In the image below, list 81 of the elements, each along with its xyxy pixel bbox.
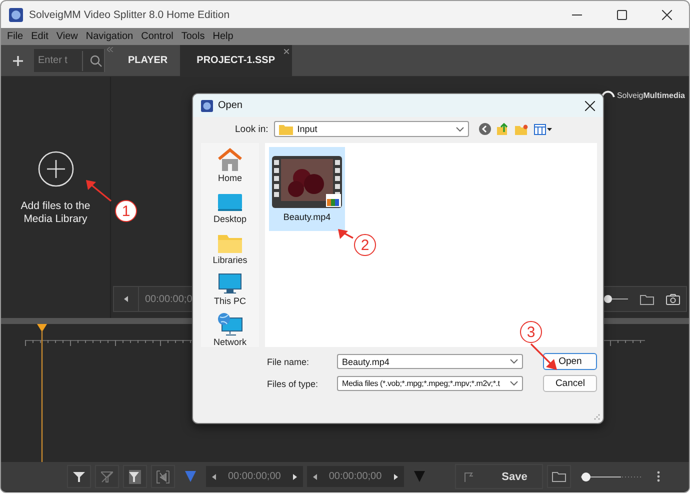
pc-icon <box>216 271 243 295</box>
file-name-field[interactable]: Beauty.mp4 <box>337 354 524 369</box>
file-type-dropdown[interactable]: Media files (*.vob;*.mpg;*.mpeg;*.mpv;*.m2v;*.t <box>337 376 524 391</box>
toolbar-button[interactable] <box>546 465 571 488</box>
annotation-arrow <box>86 180 112 202</box>
field-label: File name: <box>267 356 310 366</box>
place-item[interactable]: This PC <box>214 271 246 306</box>
search-icon <box>90 54 102 66</box>
marker-icon[interactable] <box>414 471 425 482</box>
toolbar-button[interactable] <box>123 465 147 488</box>
timecode-box[interactable]: 00:00:00;00 <box>206 466 303 487</box>
left-arrow-icon[interactable] <box>124 296 128 302</box>
toolbar-button[interactable] <box>67 465 91 488</box>
cancel-button[interactable]: Cancel <box>543 375 597 392</box>
volume-slider-icon[interactable] <box>602 294 628 304</box>
menu-item[interactable]: Control <box>137 31 178 42</box>
folder-icon[interactable] <box>640 294 654 304</box>
more-icon[interactable] <box>656 471 660 482</box>
open-button[interactable]: Open <box>543 353 597 370</box>
folder-icon <box>552 471 566 482</box>
look-in-dropdown[interactable]: Input <box>274 121 470 137</box>
place-item[interactable]: Desktop <box>213 189 247 224</box>
filter-split-icon <box>129 470 141 484</box>
marker-icon[interactable] <box>185 471 196 482</box>
chevron-down-icon <box>510 359 518 364</box>
resize-grip-icon <box>594 414 600 420</box>
collapse-icon <box>107 47 113 52</box>
menu-item[interactable]: View <box>52 31 82 42</box>
brand-logo-text: SolveigMultimedia <box>616 90 685 100</box>
video-file-tile[interactable]: Beauty.mp4 <box>269 147 345 231</box>
video-thumbnail <box>272 156 342 208</box>
folder-icon <box>279 124 294 134</box>
annotation-arrow <box>530 343 558 371</box>
camera-icon[interactable] <box>666 294 680 304</box>
home-icon <box>217 148 243 172</box>
place-item[interactable]: Libraries <box>212 230 248 265</box>
view-menu-icon[interactable] <box>534 124 552 134</box>
app-logo-icon <box>9 8 23 22</box>
place-item[interactable]: Home <box>217 148 243 183</box>
zoom-slider-icon[interactable] <box>580 472 641 482</box>
field-label: Look in: <box>235 124 268 134</box>
window-title: SolveigMM Video Splitter 8.0 Home Edition <box>29 8 230 20</box>
annotation-arrow <box>338 229 354 239</box>
menu-item[interactable]: Help <box>208 31 238 42</box>
dialog-title: Open <box>218 100 242 111</box>
menu-item[interactable]: Edit <box>27 31 52 42</box>
timecode-box[interactable]: 00:00:00;00 <box>306 466 404 487</box>
left-arrow-icon[interactable] <box>212 474 216 480</box>
timecode: 00:00:00;0 <box>145 294 192 304</box>
chevron-down-icon <box>510 381 518 386</box>
up-folder-icon[interactable] <box>497 123 510 135</box>
filter-icon <box>73 470 85 482</box>
app-logo-icon <box>201 100 213 112</box>
search-field[interactable]: Enter t <box>34 49 105 72</box>
flag-icon <box>464 472 474 482</box>
maximize-icon[interactable] <box>617 10 627 20</box>
network-icon <box>216 312 243 336</box>
place-item[interactable]: Network <box>213 312 246 347</box>
save-button[interactable]: Save <box>454 464 543 489</box>
close-icon[interactable] <box>662 10 672 20</box>
timecode: 00:00:00;00 <box>228 471 281 482</box>
menu-item[interactable]: Navigation <box>82 31 138 42</box>
playhead-marker[interactable] <box>37 324 47 462</box>
close-icon[interactable] <box>585 100 595 110</box>
field-label: Files of type: <box>267 378 318 388</box>
timecode: 00:00:00;00 <box>328 471 382 482</box>
back-icon[interactable] <box>479 123 492 135</box>
tab[interactable]: PLAYER <box>116 45 180 76</box>
new-folder-icon[interactable] <box>515 124 528 134</box>
menu-item[interactable]: File <box>3 31 28 42</box>
plus-icon <box>12 56 22 66</box>
add-files-label[interactable]: Add files to the Media Library <box>6 200 106 226</box>
left-arrow-icon[interactable] <box>312 474 317 480</box>
add-circle-icon[interactable] <box>38 151 74 187</box>
tab[interactable]: PROJECT-1.SSP <box>180 45 292 76</box>
split-frame-icon <box>156 470 170 484</box>
right-arrow-icon[interactable] <box>292 474 297 480</box>
chevron-down-icon <box>456 126 464 132</box>
menu-item[interactable]: Tools <box>177 31 209 42</box>
filter-off-icon <box>101 470 113 482</box>
right-arrow-icon[interactable] <box>394 474 398 480</box>
